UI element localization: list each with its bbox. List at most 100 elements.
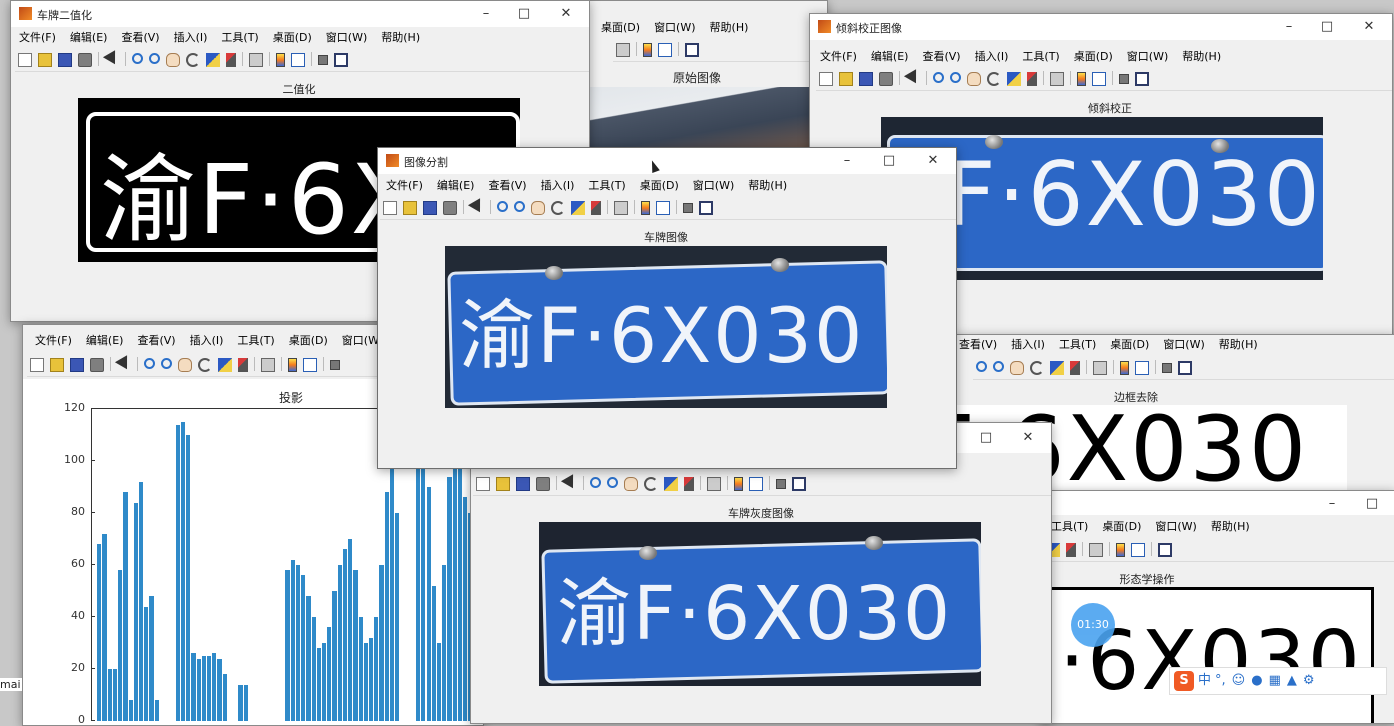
- colorbar-icon[interactable]: [1077, 72, 1086, 86]
- brush-icon[interactable]: [1066, 543, 1076, 557]
- legend-icon[interactable]: [658, 43, 672, 57]
- hide-plot-tools-icon[interactable]: [330, 360, 340, 370]
- menu-view[interactable]: 查看(V): [129, 331, 181, 351]
- recorder-timer-badge[interactable]: 01:30: [1071, 603, 1115, 647]
- maximize-icon[interactable]: □: [1359, 494, 1385, 514]
- link-icon[interactable]: [1050, 72, 1064, 86]
- data-cursor-icon[interactable]: [571, 201, 585, 215]
- brush-icon[interactable]: [684, 477, 694, 491]
- link-icon[interactable]: [1089, 543, 1103, 557]
- menu-tools[interactable]: 工具(T): [1014, 47, 1065, 67]
- minimize-icon[interactable]: –: [1276, 17, 1302, 37]
- save-icon[interactable]: [423, 201, 437, 215]
- close-icon[interactable]: ✕: [1356, 17, 1382, 37]
- link-icon[interactable]: [1093, 361, 1107, 375]
- menu-desktop[interactable]: 桌面(D): [1094, 517, 1147, 537]
- maximize-icon[interactable]: □: [973, 428, 999, 448]
- title-bar[interactable]: 图像分割 – □ ✕: [378, 148, 956, 174]
- open-folder-icon[interactable]: [38, 53, 52, 67]
- colorbar-icon[interactable]: [734, 477, 743, 491]
- print-icon[interactable]: [78, 53, 92, 67]
- hide-plot-tools-icon[interactable]: [318, 55, 328, 65]
- brush-icon[interactable]: [238, 358, 248, 372]
- edit-arrow-icon[interactable]: [903, 69, 923, 87]
- menu-edit[interactable]: 编辑(E): [62, 28, 114, 48]
- plot-tools-icon[interactable]: [685, 43, 699, 57]
- menu-desktop[interactable]: 桌面(D): [632, 176, 685, 196]
- settings-icon[interactable]: ⚙: [1303, 673, 1315, 688]
- brush-icon[interactable]: [1027, 72, 1037, 86]
- skin-icon[interactable]: ▲: [1287, 673, 1297, 688]
- menu-insert[interactable]: 插入(I): [1003, 335, 1051, 355]
- ime-punctuation[interactable]: °,: [1215, 673, 1226, 688]
- edit-arrow-icon[interactable]: [114, 355, 134, 373]
- title-bar[interactable]: – □: [1041, 491, 1394, 515]
- microphone-icon[interactable]: ●: [1251, 673, 1262, 688]
- edit-arrow-icon[interactable]: [102, 50, 122, 68]
- new-figure-icon[interactable]: [30, 358, 44, 372]
- data-cursor-icon[interactable]: [664, 477, 678, 491]
- zoom-out-icon[interactable]: [950, 72, 961, 83]
- menu-view[interactable]: 查看(V): [914, 47, 966, 67]
- menu-view[interactable]: 查看(V): [480, 176, 532, 196]
- data-cursor-icon[interactable]: [218, 358, 232, 372]
- menu-tools[interactable]: 工具(T): [1051, 335, 1102, 355]
- plot-tools-icon[interactable]: [334, 53, 348, 67]
- link-icon[interactable]: [707, 477, 721, 491]
- plot-tools-icon[interactable]: [1158, 543, 1172, 557]
- link-icon[interactable]: [616, 43, 630, 57]
- menu-help[interactable]: 帮助(H): [1174, 47, 1227, 67]
- zoom-out-icon[interactable]: [514, 201, 525, 212]
- menu-window[interactable]: 窗口(W): [1155, 335, 1210, 355]
- new-figure-icon[interactable]: [819, 72, 833, 86]
- rotate-3d-icon[interactable]: [644, 477, 658, 491]
- colorbar-icon[interactable]: [276, 53, 285, 67]
- print-icon[interactable]: [536, 477, 550, 491]
- plot-tools-icon[interactable]: [792, 477, 806, 491]
- rotate-3d-icon[interactable]: [551, 201, 565, 215]
- menu-desktop[interactable]: 桌面(D): [281, 331, 334, 351]
- maximize-icon[interactable]: □: [511, 4, 537, 24]
- colorbar-icon[interactable]: [1116, 543, 1125, 557]
- keyboard-icon[interactable]: ▦: [1269, 673, 1281, 688]
- print-icon[interactable]: [90, 358, 104, 372]
- close-icon[interactable]: ✕: [920, 151, 946, 171]
- minimize-icon[interactable]: –: [473, 4, 499, 24]
- new-figure-icon[interactable]: [383, 201, 397, 215]
- rotate-3d-icon[interactable]: [186, 53, 200, 67]
- new-figure-icon[interactable]: [18, 53, 32, 67]
- pan-hand-icon[interactable]: [531, 201, 545, 215]
- legend-icon[interactable]: [1131, 543, 1145, 557]
- data-cursor-icon[interactable]: [1007, 72, 1021, 86]
- edit-arrow-icon[interactable]: [560, 474, 580, 492]
- menu-tools[interactable]: 工具(T): [580, 176, 631, 196]
- menu-desktop[interactable]: 桌面(D): [1066, 47, 1119, 67]
- menu-desktop[interactable]: 桌面(D): [265, 28, 318, 48]
- menu-insert[interactable]: 插入(I): [533, 176, 581, 196]
- legend-icon[interactable]: [749, 477, 763, 491]
- edit-arrow-icon[interactable]: [467, 198, 487, 216]
- menu-window[interactable]: 窗口(W): [318, 28, 373, 48]
- menu-desktop[interactable]: 桌面(D): [1102, 335, 1155, 355]
- legend-icon[interactable]: [303, 358, 317, 372]
- pan-hand-icon[interactable]: [624, 477, 638, 491]
- figure-window-original[interactable]: 桌面(D) 窗口(W) 帮助(H) 原始图像: [586, 0, 828, 162]
- save-icon[interactable]: [58, 53, 72, 67]
- maximize-icon[interactable]: □: [876, 151, 902, 171]
- rotate-3d-icon[interactable]: [198, 358, 212, 372]
- menu-file[interactable]: 文件(F): [812, 47, 863, 67]
- hide-plot-tools-icon[interactable]: [683, 203, 693, 213]
- colorbar-icon[interactable]: [641, 201, 650, 215]
- menu-insert[interactable]: 插入(I): [166, 28, 214, 48]
- rotate-3d-icon[interactable]: [987, 72, 1001, 86]
- menu-window[interactable]: 窗口(W): [1119, 47, 1174, 67]
- colorbar-icon[interactable]: [643, 43, 652, 57]
- print-icon[interactable]: [443, 201, 457, 215]
- menu-tools[interactable]: 工具(T): [229, 331, 280, 351]
- maximize-icon[interactable]: □: [1314, 17, 1340, 37]
- menu-help[interactable]: 帮助(H): [702, 18, 755, 38]
- title-bar[interactable]: 倾斜校正图像 – □ ✕: [810, 14, 1392, 40]
- menu-window[interactable]: 窗口(W): [685, 176, 740, 196]
- brush-icon[interactable]: [1070, 361, 1080, 375]
- minimize-icon[interactable]: –: [834, 151, 860, 171]
